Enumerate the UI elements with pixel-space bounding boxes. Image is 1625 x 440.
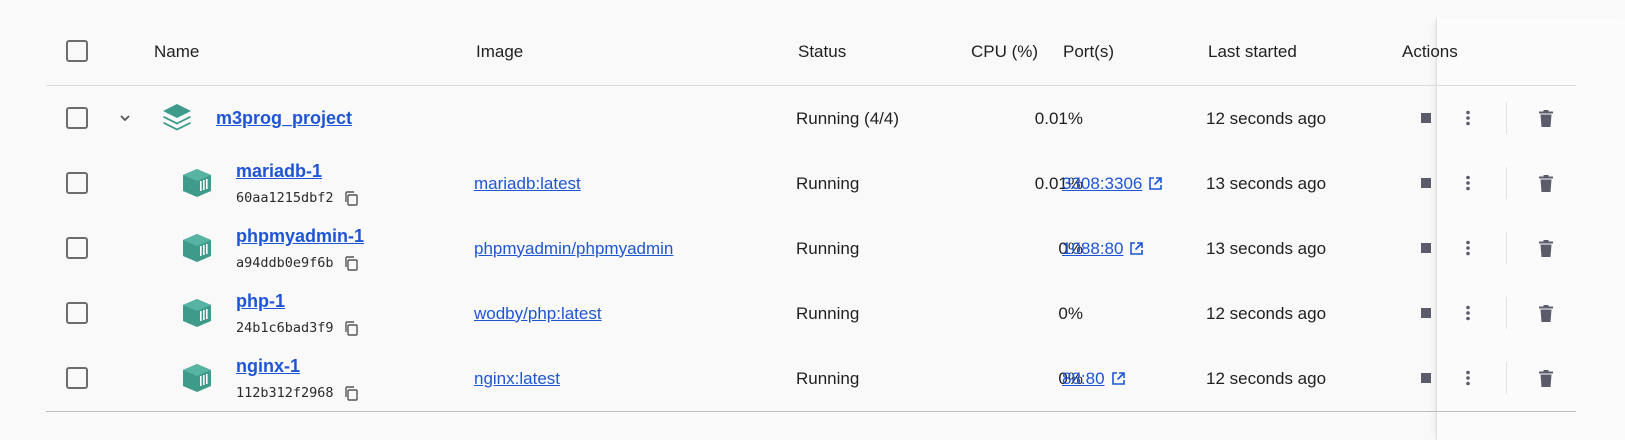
status-text: Running — [796, 238, 860, 258]
action-divider — [1506, 167, 1507, 199]
column-header-cpu[interactable]: CPU (%) — [971, 18, 1038, 85]
more-options-button[interactable] — [1454, 299, 1482, 327]
status-text: Running (4/4) — [796, 108, 900, 128]
action-divider — [1506, 297, 1507, 329]
container-icon — [183, 364, 211, 392]
more-options-button[interactable] — [1454, 169, 1482, 197]
chevron-down-icon[interactable] — [118, 111, 132, 125]
column-header-actions: Actions — [1402, 41, 1458, 61]
containers-table: Name Image Status CPU (%) Port(s) Last s… — [46, 0, 1625, 440]
row-checkbox[interactable] — [66, 302, 88, 324]
copy-icon[interactable] — [344, 190, 358, 206]
delete-button[interactable] — [1532, 364, 1560, 392]
copy-icon[interactable] — [344, 320, 358, 336]
port-link[interactable]: 1088:80 — [1062, 239, 1123, 259]
container-name-link[interactable]: nginx-1 — [236, 356, 358, 377]
column-header-status[interactable]: Status — [798, 18, 846, 85]
stop-icon — [1421, 113, 1431, 123]
more-options-button[interactable] — [1454, 104, 1482, 132]
copy-icon[interactable] — [344, 385, 358, 401]
port-link[interactable]: 3308:3306 — [1062, 174, 1142, 194]
stop-button[interactable] — [1412, 169, 1440, 197]
last-started-text: 12 seconds ago — [1206, 368, 1327, 388]
last-started-text: 12 seconds ago — [1206, 303, 1327, 323]
cpu-value: 0% — [1058, 303, 1083, 323]
image-link[interactable]: wodby/php:latest — [474, 304, 602, 324]
container-id: 24b1c6bad3f9 — [236, 320, 334, 336]
container-icon — [183, 299, 211, 327]
last-started-text: 13 seconds ago — [1206, 173, 1327, 193]
kebab-menu-icon — [1466, 110, 1470, 126]
select-all-checkbox[interactable] — [66, 40, 88, 62]
container-row[interactable]: nginx-1 112b312f2968 nginx:latest Runnin… — [46, 346, 1576, 411]
image-link[interactable]: mariadb:latest — [474, 174, 581, 194]
kebab-menu-icon — [1466, 305, 1470, 321]
trash-icon — [1539, 369, 1553, 387]
container-row[interactable]: phpmyadmin-1 a94ddb0e9f6b phpmyadmin/php… — [46, 216, 1576, 281]
row-checkbox[interactable] — [66, 367, 88, 389]
external-link-icon[interactable] — [1111, 371, 1126, 386]
container-id: a94ddb0e9f6b — [236, 255, 334, 271]
container-row[interactable]: mariadb-1 60aa1215dbf2 mariadb:latest Ru… — [46, 151, 1576, 216]
delete-button[interactable] — [1532, 299, 1560, 327]
delete-button[interactable] — [1532, 234, 1560, 262]
delete-button[interactable] — [1532, 169, 1560, 197]
status-text: Running — [796, 368, 860, 388]
last-started-text: 12 seconds ago — [1206, 108, 1327, 128]
action-divider — [1506, 362, 1507, 394]
kebab-menu-icon — [1466, 175, 1470, 191]
kebab-menu-icon — [1466, 370, 1470, 386]
image-link[interactable]: nginx:latest — [474, 369, 560, 389]
table-header: Name Image Status CPU (%) Port(s) Last s… — [46, 18, 1576, 86]
copy-icon[interactable] — [344, 255, 358, 271]
trash-icon — [1539, 304, 1553, 322]
kebab-menu-icon — [1466, 240, 1470, 256]
container-name-link[interactable]: mariadb-1 — [236, 161, 358, 182]
row-checkbox[interactable] — [66, 237, 88, 259]
column-header-image[interactable]: Image — [476, 18, 523, 85]
last-started-text: 13 seconds ago — [1206, 238, 1327, 258]
port-link[interactable]: 88:80 — [1062, 369, 1105, 389]
row-checkbox[interactable] — [66, 107, 88, 129]
stack-layers-icon — [163, 104, 191, 131]
more-options-button[interactable] — [1454, 364, 1482, 392]
container-icon — [183, 169, 211, 197]
project-row[interactable]: m3prog_project Running (4/4) 0.01% 12 se… — [46, 86, 1576, 151]
cpu-value: 0.01% — [1034, 108, 1083, 128]
stop-button[interactable] — [1412, 104, 1440, 132]
external-link-icon[interactable] — [1129, 241, 1144, 256]
more-options-button[interactable] — [1454, 234, 1482, 262]
column-header-name[interactable]: Name — [154, 18, 199, 85]
container-name-link[interactable]: php-1 — [236, 291, 358, 312]
container-icon — [183, 234, 211, 262]
trash-icon — [1539, 239, 1553, 257]
stop-icon — [1421, 243, 1431, 253]
stop-icon — [1421, 308, 1431, 318]
stop-button[interactable] — [1412, 234, 1440, 262]
container-row[interactable]: php-1 24b1c6bad3f9 wodby/php:latest Runn… — [46, 281, 1576, 346]
project-name-link[interactable]: m3prog_project — [216, 108, 352, 129]
stop-icon — [1421, 373, 1431, 383]
container-name-link[interactable]: phpmyadmin-1 — [236, 226, 364, 247]
column-header-last-started[interactable]: Last started — [1208, 18, 1297, 85]
image-link[interactable]: phpmyadmin/phpmyadmin — [474, 239, 673, 259]
stop-button[interactable] — [1412, 364, 1440, 392]
column-header-ports[interactable]: Port(s) — [1063, 18, 1114, 85]
stop-icon — [1421, 178, 1431, 188]
action-divider — [1506, 102, 1507, 134]
row-checkbox[interactable] — [66, 172, 88, 194]
table-bottom-border — [46, 411, 1576, 412]
stop-button[interactable] — [1412, 299, 1440, 327]
container-id: 112b312f2968 — [236, 385, 334, 401]
trash-icon — [1539, 109, 1553, 127]
status-text: Running — [796, 303, 860, 323]
container-id: 60aa1215dbf2 — [236, 190, 334, 206]
trash-icon — [1539, 174, 1553, 192]
external-link-icon[interactable] — [1148, 176, 1163, 191]
delete-button[interactable] — [1532, 104, 1560, 132]
status-text: Running — [796, 173, 860, 193]
action-divider — [1506, 232, 1507, 264]
